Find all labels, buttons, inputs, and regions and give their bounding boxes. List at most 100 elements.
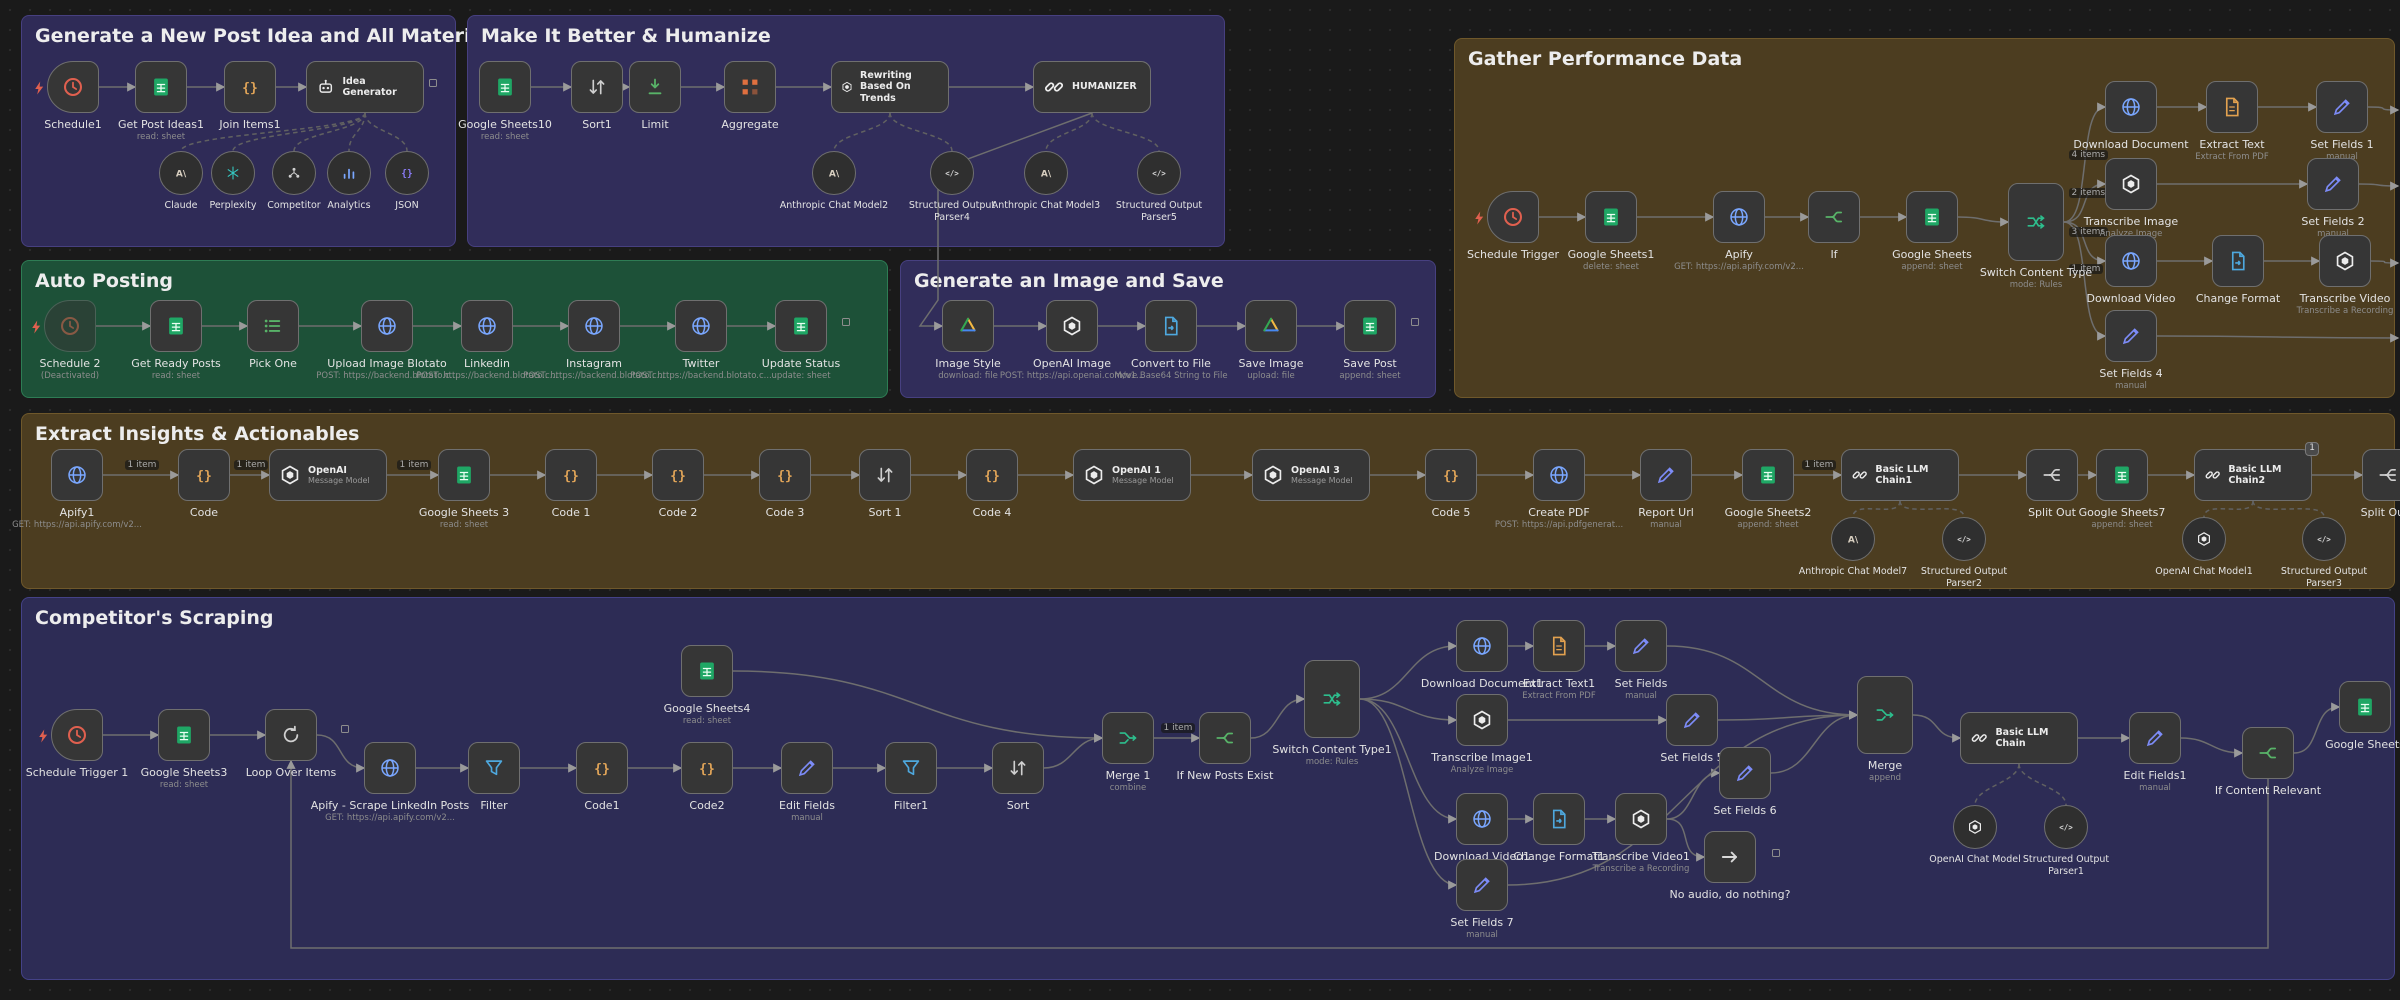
node-openai-llm[interactable]: OpenAI Message Model <box>269 449 387 501</box>
node-json[interactable]: {} <box>385 151 429 195</box>
node-schedule2[interactable] <box>44 300 96 352</box>
connection-endpoint[interactable] <box>341 725 349 733</box>
node-code-1[interactable]: {} <box>545 449 597 501</box>
node-openai-image[interactable] <box>1046 300 1098 352</box>
node-perplexity[interactable] <box>211 151 255 195</box>
node-schedule-trigger[interactable] <box>1487 191 1539 243</box>
node-set-fields-7[interactable] <box>1456 859 1508 911</box>
node-transcribe-video[interactable] <box>2319 235 2371 287</box>
node-sop3[interactable]: </> <box>2302 517 2346 561</box>
node-switch-content-type[interactable] <box>2008 183 2064 261</box>
node-extract-text1[interactable] <box>1533 620 1585 672</box>
node-sop4[interactable]: </> <box>930 151 974 195</box>
node-apify1[interactable] <box>51 449 103 501</box>
node-sort-1[interactable] <box>859 449 911 501</box>
connection-endpoint[interactable] <box>842 318 850 326</box>
node-apify-scrape[interactable] <box>364 742 416 794</box>
node-download-video1[interactable] <box>1456 793 1508 845</box>
node-instagram[interactable] <box>568 300 620 352</box>
node-get-post-ideas1[interactable] <box>135 61 187 113</box>
node-code-5[interactable]: {} <box>1425 449 1477 501</box>
node-save-image[interactable] <box>1245 300 1297 352</box>
node-sop5[interactable]: </> <box>1137 151 1181 195</box>
node-schedule-trigger-1[interactable] <box>51 709 103 761</box>
node-twitter[interactable] <box>675 300 727 352</box>
node-sop2[interactable]: </> <box>1942 517 1986 561</box>
node-set-fields-1[interactable] <box>2316 81 2368 133</box>
node-acm2[interactable]: A\ <box>812 151 856 195</box>
node-acm3[interactable]: A\ <box>1024 151 1068 195</box>
node-switch-content-type1[interactable] <box>1304 660 1360 738</box>
node-set-fields[interactable] <box>1615 620 1667 672</box>
node-sort1[interactable] <box>571 61 623 113</box>
node-google-sheets1[interactable] <box>1585 191 1637 243</box>
node-edit-fields[interactable] <box>781 742 833 794</box>
node-sop1[interactable]: </> <box>2044 805 2088 849</box>
connection-endpoint[interactable] <box>1411 318 1419 326</box>
node-split-out[interactable] <box>2026 449 2078 501</box>
node-split-out1[interactable] <box>2362 449 2400 501</box>
node-if-new-posts-exist[interactable] <box>1199 712 1251 764</box>
node-download-document1[interactable] <box>1456 620 1508 672</box>
node-idea-generator[interactable]: Idea Generator <box>306 61 424 113</box>
node-google-sheets4[interactable] <box>681 645 733 697</box>
node-convert-to-file[interactable] <box>1145 300 1197 352</box>
node-aggregate[interactable] <box>724 61 776 113</box>
node-google-sheets10[interactable] <box>479 61 531 113</box>
node-google-sheets5[interactable] <box>2339 681 2391 733</box>
node-acm7[interactable]: A\ <box>1831 517 1875 561</box>
node-sort[interactable] <box>992 742 1044 794</box>
node-code2[interactable]: {} <box>681 742 733 794</box>
node-analytics[interactable] <box>327 151 371 195</box>
node-code1[interactable]: {} <box>576 742 628 794</box>
node-report-url[interactable] <box>1640 449 1692 501</box>
node-filter1[interactable] <box>885 742 937 794</box>
node-edit-fields1[interactable] <box>2129 712 2181 764</box>
node-openai-1[interactable]: OpenAI 1 Message Model <box>1073 449 1191 501</box>
node-transcribe-image[interactable] <box>2105 158 2157 210</box>
node-filter[interactable] <box>468 742 520 794</box>
node-basic-llm-chain1[interactable]: Basic LLM Chain1 <box>1841 449 1959 501</box>
node-set-fields-4[interactable] <box>2105 310 2157 362</box>
connection-endpoint[interactable] <box>1772 849 1780 857</box>
node-ocm[interactable] <box>1953 805 1997 849</box>
node-transcribe-image1[interactable] <box>1456 694 1508 746</box>
node-get-ready-posts[interactable] <box>150 300 202 352</box>
node-schedule1[interactable] <box>47 61 99 113</box>
node-google-sheets[interactable] <box>1906 191 1958 243</box>
node-upload-image-blotato[interactable] <box>361 300 413 352</box>
node-pick-one[interactable] <box>247 300 299 352</box>
node-code[interactable]: {} <box>178 449 230 501</box>
connection-endpoint[interactable] <box>429 79 437 87</box>
node-merge[interactable] <box>1857 676 1913 754</box>
node-ocm1[interactable] <box>2182 517 2226 561</box>
node-openai-3[interactable]: OpenAI 3 Message Model <box>1252 449 1370 501</box>
node-rewriting[interactable]: Rewriting Based On Trends <box>831 61 949 113</box>
node-change-format1[interactable] <box>1533 793 1585 845</box>
node-create-pdf[interactable] <box>1533 449 1585 501</box>
node-google-sheets-3[interactable] <box>438 449 490 501</box>
node-join-items1[interactable]: {} <box>224 61 276 113</box>
node-extract-text[interactable] <box>2206 81 2258 133</box>
node-google-sheets7[interactable] <box>2096 449 2148 501</box>
node-image-style[interactable] <box>942 300 994 352</box>
node-if[interactable] <box>1808 191 1860 243</box>
node-claude[interactable]: A\ <box>159 151 203 195</box>
node-humanizer[interactable]: HUMANIZER <box>1033 61 1151 113</box>
node-download-video[interactable] <box>2105 235 2157 287</box>
node-apify[interactable] <box>1713 191 1765 243</box>
node-set-fields-6[interactable] <box>1719 747 1771 799</box>
node-update-status[interactable] <box>775 300 827 352</box>
node-if-content-relevant[interactable] <box>2242 727 2294 779</box>
node-transcribe-video1[interactable] <box>1615 793 1667 845</box>
node-basic-llm-chain[interactable]: Basic LLM Chain <box>1960 712 2078 764</box>
node-code-4[interactable]: {} <box>966 449 1018 501</box>
node-code-2[interactable]: {} <box>652 449 704 501</box>
node-download-document[interactable] <box>2105 81 2157 133</box>
node-google-sheets2[interactable] <box>1742 449 1794 501</box>
node-merge-1[interactable] <box>1102 712 1154 764</box>
node-google-sheets3[interactable] <box>158 709 210 761</box>
workflow-canvas[interactable]: Generate a New Post Idea and All Materia… <box>0 0 2400 1000</box>
node-competitor[interactable] <box>272 151 316 195</box>
node-no-audio[interactable] <box>1704 831 1756 883</box>
